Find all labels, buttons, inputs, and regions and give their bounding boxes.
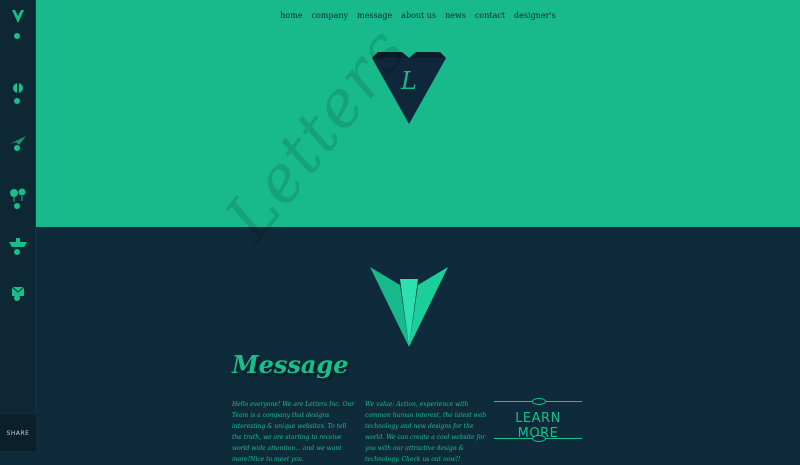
- logo-icon[interactable]: [0, 6, 36, 28]
- main-nav: home company message about us news conta…: [36, 11, 800, 20]
- learn-more-button[interactable]: LEARN MORE: [494, 397, 582, 445]
- sidebar: SHARE: [0, 0, 36, 451]
- paper-plane-graphic: [370, 267, 448, 347]
- ornament: [532, 398, 546, 405]
- nav-about-us[interactable]: about us: [401, 11, 436, 20]
- nav-dot[interactable]: [14, 203, 20, 209]
- hero-section: home company message about us news conta…: [36, 0, 800, 227]
- nav-home[interactable]: home: [280, 11, 302, 20]
- message-title: Message: [232, 350, 349, 379]
- nav-dot[interactable]: [14, 145, 20, 151]
- message-text-left: Hello everyone! We are Letters Inc. Our …: [232, 401, 355, 463]
- nav-news[interactable]: news: [445, 11, 466, 20]
- globe-icon[interactable]: [0, 77, 36, 99]
- nav-dot[interactable]: [14, 98, 20, 104]
- ornament: [532, 435, 546, 442]
- nav-dot[interactable]: [14, 33, 20, 39]
- nav-dot[interactable]: [14, 295, 20, 301]
- share-button[interactable]: SHARE: [0, 415, 36, 451]
- nav-contact[interactable]: contact: [475, 11, 505, 20]
- nav-dot[interactable]: [14, 249, 20, 255]
- message-text-right: We value: Action, experience with common…: [365, 401, 487, 463]
- nav-designers[interactable]: designer's: [514, 11, 556, 20]
- nav-company[interactable]: company: [312, 11, 348, 20]
